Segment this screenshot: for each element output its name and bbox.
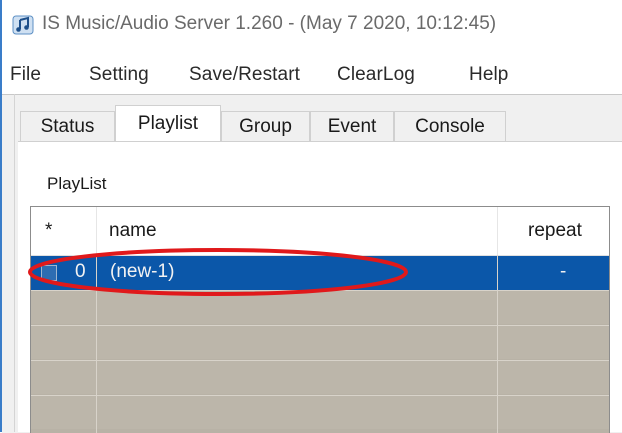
table-header: * name repeat — [31, 207, 609, 256]
music-note-icon — [12, 15, 34, 35]
playlist-group-label: PlayList — [47, 174, 107, 193]
row-checkbox[interactable] — [41, 265, 57, 281]
menu-file[interactable]: File — [10, 64, 41, 86]
tab-playlist[interactable]: Playlist — [115, 105, 221, 141]
tab-group[interactable]: Group — [221, 111, 310, 141]
tab-console[interactable]: Console — [394, 111, 506, 141]
tab-status[interactable]: Status — [20, 111, 115, 141]
menu-clearlog[interactable]: ClearLog — [337, 64, 415, 86]
menu-help[interactable]: Help — [469, 64, 508, 86]
menu-save-restart[interactable]: Save/Restart — [189, 64, 300, 86]
column-line — [96, 255, 97, 433]
column-header-name[interactable]: name — [109, 220, 157, 242]
row-index: 0 — [75, 261, 86, 282]
table-row-empty[interactable] — [31, 290, 609, 324]
column-divider[interactable] — [497, 207, 498, 255]
table-row-empty[interactable] — [31, 360, 609, 394]
window-title: IS Music/Audio Server 1.260 - (May 7 202… — [42, 13, 497, 34]
table-row-selected[interactable]: 0 (new-1) - — [31, 256, 609, 290]
column-divider[interactable] — [96, 207, 97, 255]
column-line — [497, 255, 498, 433]
row-name: (new-1) — [110, 261, 175, 282]
row-repeat: - — [560, 261, 567, 282]
menu-setting[interactable]: Setting — [89, 64, 149, 86]
playlist-table[interactable]: * name repeat 0 (new-1) - — [30, 206, 610, 433]
title-bar[interactable]: IS Music/Audio Server 1.260 - (May 7 202… — [2, 0, 622, 52]
table-row-empty[interactable] — [31, 395, 609, 429]
table-row-empty[interactable] — [31, 325, 609, 359]
column-header-marker[interactable]: * — [45, 220, 52, 242]
menu-bar: File Setting Save/Restart ClearLog Help — [2, 60, 622, 90]
tab-event[interactable]: Event — [310, 111, 394, 141]
client-divider — [14, 94, 15, 432]
column-header-repeat[interactable]: repeat — [528, 220, 582, 242]
